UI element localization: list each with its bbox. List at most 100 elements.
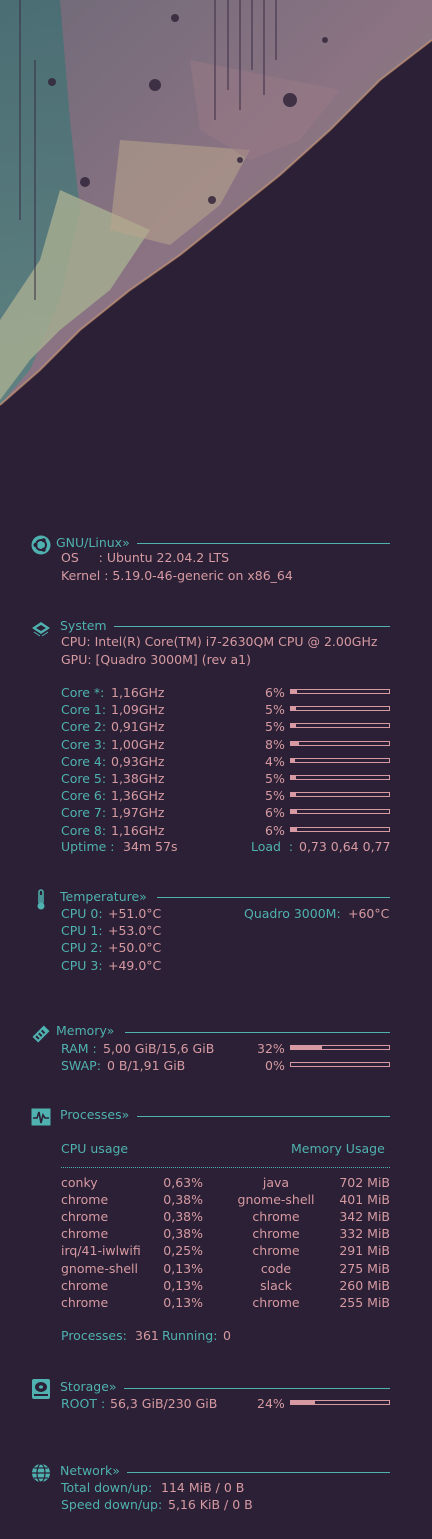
process-mem-name: java — [262, 1175, 290, 1190]
memory-section-title: Memory» — [56, 1023, 115, 1038]
process-cpu-value: 0,25% — [163, 1243, 203, 1259]
gpu-temp-label: Quadro 3000M: — [244, 906, 345, 921]
cpu-temp-value: +53.0°C — [108, 923, 162, 939]
process-cpu-value: 0,38% — [163, 1209, 203, 1225]
process-cpu-value: 0,13% — [163, 1260, 203, 1276]
process-mem-name: chrome — [252, 1226, 300, 1242]
process-cpu-name: chrome — [61, 1294, 109, 1310]
cpu-temp-label: CPU 1: — [61, 923, 107, 939]
kernel-info: Kernel : 5.19.0-46-generic on x86_64 — [61, 568, 293, 583]
cpu-model: CPU: Intel(R) Core(TM) i7-2630QM CPU @ 2… — [61, 634, 378, 649]
core-percent: 5% — [265, 719, 285, 735]
process-mem-name: chrome — [252, 1294, 300, 1310]
process-cpu-name: chrome — [61, 1226, 109, 1242]
process-mem-value: 702 MiB — [339, 1175, 390, 1190]
processes-section-title: Processes» — [60, 1107, 130, 1122]
core-percent: 6% — [265, 822, 285, 838]
core-frequency: 1,97GHz — [111, 805, 165, 821]
cpu-temp-value: +51.0°C — [108, 906, 162, 921]
system-section-title: System — [60, 618, 107, 633]
process-mem-value: 342 MiB — [339, 1209, 390, 1225]
core-frequency: 1,36GHz — [111, 788, 165, 804]
process-cpu-name: chrome — [61, 1209, 109, 1225]
storage-section-rule — [124, 1388, 390, 1389]
uptime-value: 34m 57s — [123, 839, 178, 854]
core-label: Core *: — [61, 685, 109, 700]
ram-label: RAM : — [61, 1041, 101, 1056]
core-usage-bar — [290, 689, 390, 694]
process-cpu-value: 0,38% — [163, 1192, 203, 1208]
process-mem-value: 255 MiB — [339, 1294, 390, 1310]
os-info: OS : Ubuntu 22.04.2 LTS — [61, 550, 230, 565]
process-cpu-name: gnome-shell — [61, 1260, 138, 1276]
cpu-temp-value: +49.0°C — [108, 957, 162, 973]
running-count: 0 — [223, 1328, 231, 1343]
core-label: Core 4: — [61, 753, 111, 769]
process-mem-name: code — [260, 1260, 292, 1276]
core-label: Core 2: — [61, 719, 111, 735]
cpu-usage-header: CPU usage — [61, 1141, 129, 1156]
globe-icon — [31, 1463, 51, 1483]
core-label: Core 5: — [61, 771, 111, 786]
thermometer-icon — [31, 889, 51, 910]
process-mem-value: 260 MiB — [339, 1277, 390, 1293]
cpu-temp-label: CPU 0: — [61, 906, 107, 921]
core-usage-bar — [290, 706, 390, 712]
processes-divider — [61, 1167, 390, 1168]
process-mem-value: 291 MiB — [339, 1243, 390, 1259]
ram-percent: 32% — [257, 1041, 285, 1056]
process-mem-name: chrome — [252, 1243, 300, 1259]
process-mem-name: chrome — [252, 1209, 300, 1225]
processes-section-rule — [137, 1116, 390, 1117]
core-usage-bar — [290, 826, 390, 832]
storage-section-title: Storage» — [60, 1379, 117, 1394]
conky-panel: GNU/Linux» OS : Ubuntu 22.04.2 LTS Kerne… — [0, 0, 432, 1539]
process-cpu-name: irq/41-iwlwifi — [61, 1243, 141, 1259]
cpu-temp-label: CPU 2: — [61, 940, 107, 956]
root-label: ROOT : — [61, 1396, 110, 1411]
process-cpu-name: chrome — [61, 1192, 109, 1208]
hard-drive-icon — [31, 1378, 51, 1399]
ram-value: 5,00 GiB/15,6 GiB — [103, 1041, 215, 1056]
network-section-rule — [127, 1472, 390, 1473]
network-section-title: Network» — [60, 1463, 120, 1478]
gnu-section-rule — [137, 543, 390, 544]
cpu-temp-label: CPU 3: — [61, 957, 107, 973]
process-mem-value: 401 MiB — [339, 1192, 390, 1208]
core-frequency: 1,16GHz — [111, 685, 165, 700]
core-usage-bar — [290, 740, 390, 746]
core-label: Core 1: — [61, 702, 111, 718]
process-cpu-value: 0,63% — [163, 1175, 203, 1190]
core-percent: 6% — [265, 805, 285, 821]
speed-label: Speed down/up: — [61, 1497, 167, 1512]
core-label: Core 3: — [61, 736, 111, 752]
root-percent: 24% — [257, 1396, 285, 1411]
memory-usage-header: Memory Usage — [291, 1141, 385, 1156]
process-mem-name: gnome-shell — [237, 1192, 315, 1208]
core-usage-bar — [290, 792, 390, 798]
core-frequency: 1,38GHz — [111, 771, 165, 786]
temperature-section-rule — [157, 897, 390, 898]
uptime-label: Uptime : — [61, 839, 119, 854]
temperature-section-title: Temperature» — [60, 889, 147, 904]
process-cpu-value: 0,13% — [163, 1294, 203, 1310]
load-value: 0,73 0,64 0,77 — [299, 839, 391, 854]
system-section-rule — [114, 626, 390, 627]
core-percent: 4% — [265, 753, 285, 769]
cpu-chip-icon — [31, 619, 51, 639]
cpu-temp-value: +50.0°C — [108, 940, 162, 956]
speed-value: 5,16 KiB / 0 B — [168, 1497, 253, 1512]
process-cpu-value: 0,13% — [163, 1277, 203, 1293]
core-percent: 5% — [265, 771, 285, 786]
activity-monitor-icon — [31, 1107, 51, 1127]
process-mem-name: slack — [260, 1277, 292, 1293]
swap-label: SWAP: — [61, 1058, 105, 1073]
core-frequency: 1,16GHz — [111, 822, 165, 838]
load-label: Load : — [251, 839, 298, 854]
core-frequency: 1,00GHz — [111, 736, 165, 752]
process-count-label: Processes: — [61, 1328, 131, 1343]
root-usage-bar — [290, 1400, 390, 1405]
core-percent: 5% — [265, 702, 285, 718]
process-cpu-name: conky — [61, 1175, 98, 1190]
gnu-section-title: GNU/Linux» — [56, 535, 130, 550]
